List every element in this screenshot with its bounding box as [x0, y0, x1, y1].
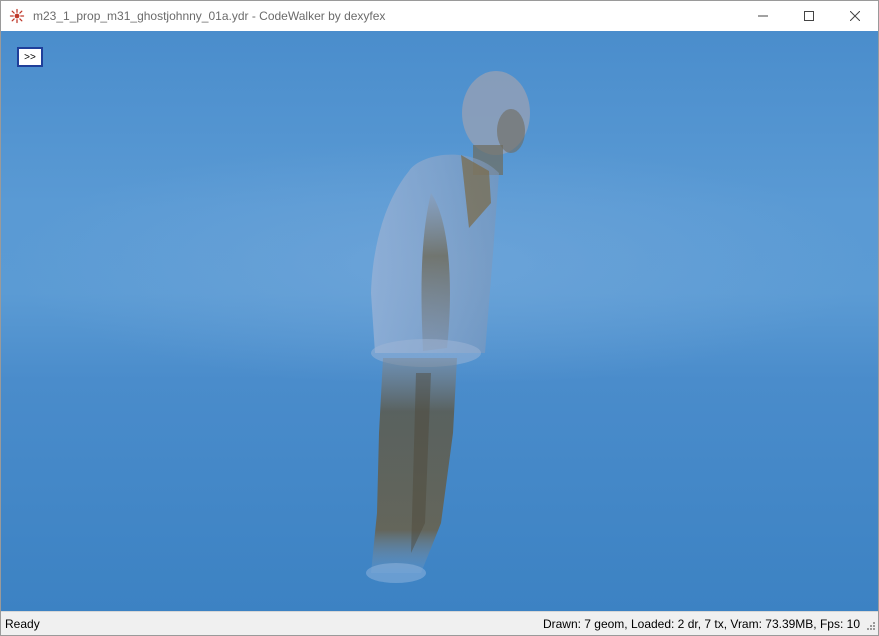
render-stats: Drawn: 7 geom, Loaded: 2 dr, 7 tx, Vram:…	[542, 616, 860, 631]
codewalker-window: m23_1_prop_m31_ghostjohnny_01a.ydr - Cod…	[0, 0, 879, 636]
status-bar: Ready Drawn: 7 geom, Loaded: 2 dr, 7 tx,…	[1, 611, 878, 635]
title-bar[interactable]: m23_1_prop_m31_ghostjohnny_01a.ydr - Cod…	[1, 1, 878, 31]
minimize-button[interactable]	[740, 1, 786, 31]
close-button[interactable]	[832, 1, 878, 31]
maximize-icon	[804, 11, 814, 21]
status-text: Ready	[5, 616, 40, 631]
maximize-button[interactable]	[786, 1, 832, 31]
window-title: m23_1_prop_m31_ghostjohnny_01a.ydr - Cod…	[33, 9, 386, 23]
minimize-icon	[758, 11, 768, 21]
ghost-model	[366, 71, 530, 583]
codewalker-icon	[9, 8, 25, 24]
window-controls	[740, 1, 878, 31]
toggle-panel-button[interactable]: >>	[17, 47, 43, 67]
3d-viewport[interactable]: >>	[1, 31, 878, 614]
close-icon	[850, 11, 860, 21]
resize-grip-icon[interactable]	[864, 621, 876, 633]
